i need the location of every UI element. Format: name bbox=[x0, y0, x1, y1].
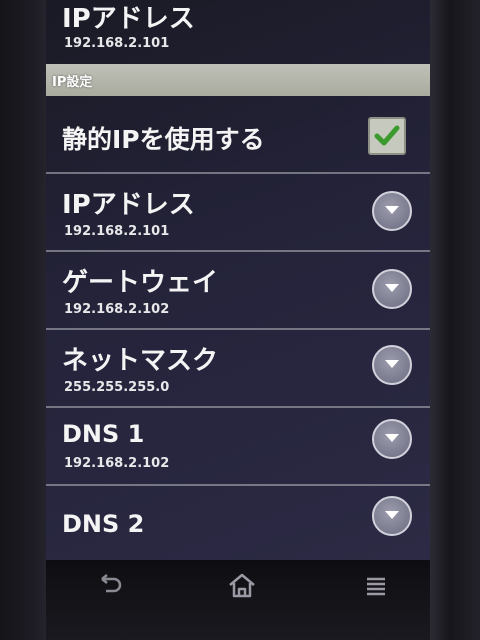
top-ip-address-item[interactable]: IPアドレス 192.168.2.101 bbox=[46, 0, 430, 62]
netmask-value: 255.255.255.0 bbox=[64, 380, 170, 395]
top-ip-address-value: 192.168.2.101 bbox=[64, 36, 170, 51]
ip-address-value: 192.168.2.101 bbox=[64, 224, 170, 239]
ip-address-dropdown[interactable] bbox=[372, 191, 412, 231]
back-icon bbox=[101, 574, 122, 593]
device-bezel-right bbox=[430, 0, 480, 640]
gateway-dropdown[interactable] bbox=[372, 269, 412, 309]
chevron-down-icon bbox=[385, 360, 399, 368]
section-header-label: IP設定 bbox=[52, 75, 93, 90]
ip-address-title: IPアドレス bbox=[62, 190, 195, 220]
netmask-item[interactable]: ネットマスク 255.255.255.0 bbox=[46, 330, 430, 406]
settings-screen: IPアドレス 192.168.2.101 IP設定 静的IPを使用する IPアド… bbox=[46, 0, 430, 560]
checkmark-icon bbox=[374, 125, 400, 146]
ip-settings-section-header: IP設定 bbox=[46, 64, 430, 96]
chevron-down-icon bbox=[385, 206, 399, 214]
home-button[interactable] bbox=[222, 570, 262, 600]
dns1-title: DNS 1 bbox=[62, 420, 145, 448]
static-ip-row[interactable]: 静的IPを使用する bbox=[46, 96, 430, 172]
dns1-item[interactable]: DNS 1 192.168.2.102 bbox=[46, 408, 430, 484]
top-ip-address-title: IPアドレス bbox=[62, 4, 195, 34]
static-ip-checkbox[interactable] bbox=[368, 117, 406, 155]
static-ip-label: 静的IPを使用する bbox=[62, 125, 265, 154]
gateway-item[interactable]: ゲートウェイ 192.168.2.102 bbox=[46, 252, 430, 328]
gateway-title: ゲートウェイ bbox=[62, 268, 219, 298]
menu-button[interactable] bbox=[356, 570, 396, 600]
gateway-value: 192.168.2.102 bbox=[64, 302, 170, 317]
dns2-item[interactable]: DNS 2 bbox=[46, 486, 430, 560]
ip-address-item[interactable]: IPアドレス 192.168.2.101 bbox=[46, 174, 430, 250]
home-icon bbox=[229, 573, 255, 598]
netmask-title: ネットマスク bbox=[62, 346, 219, 376]
navigation-bar bbox=[46, 560, 430, 640]
menu-icon bbox=[367, 577, 385, 596]
dns2-dropdown[interactable] bbox=[372, 496, 412, 536]
chevron-down-icon bbox=[385, 434, 399, 442]
back-button[interactable] bbox=[90, 570, 130, 600]
dns2-title: DNS 2 bbox=[62, 510, 145, 538]
device-bezel-left bbox=[0, 0, 46, 640]
chevron-down-icon bbox=[385, 284, 399, 292]
chevron-down-icon bbox=[385, 511, 399, 519]
dns1-value: 192.168.2.102 bbox=[64, 456, 170, 471]
netmask-dropdown[interactable] bbox=[372, 345, 412, 385]
dns1-dropdown[interactable] bbox=[372, 419, 412, 459]
